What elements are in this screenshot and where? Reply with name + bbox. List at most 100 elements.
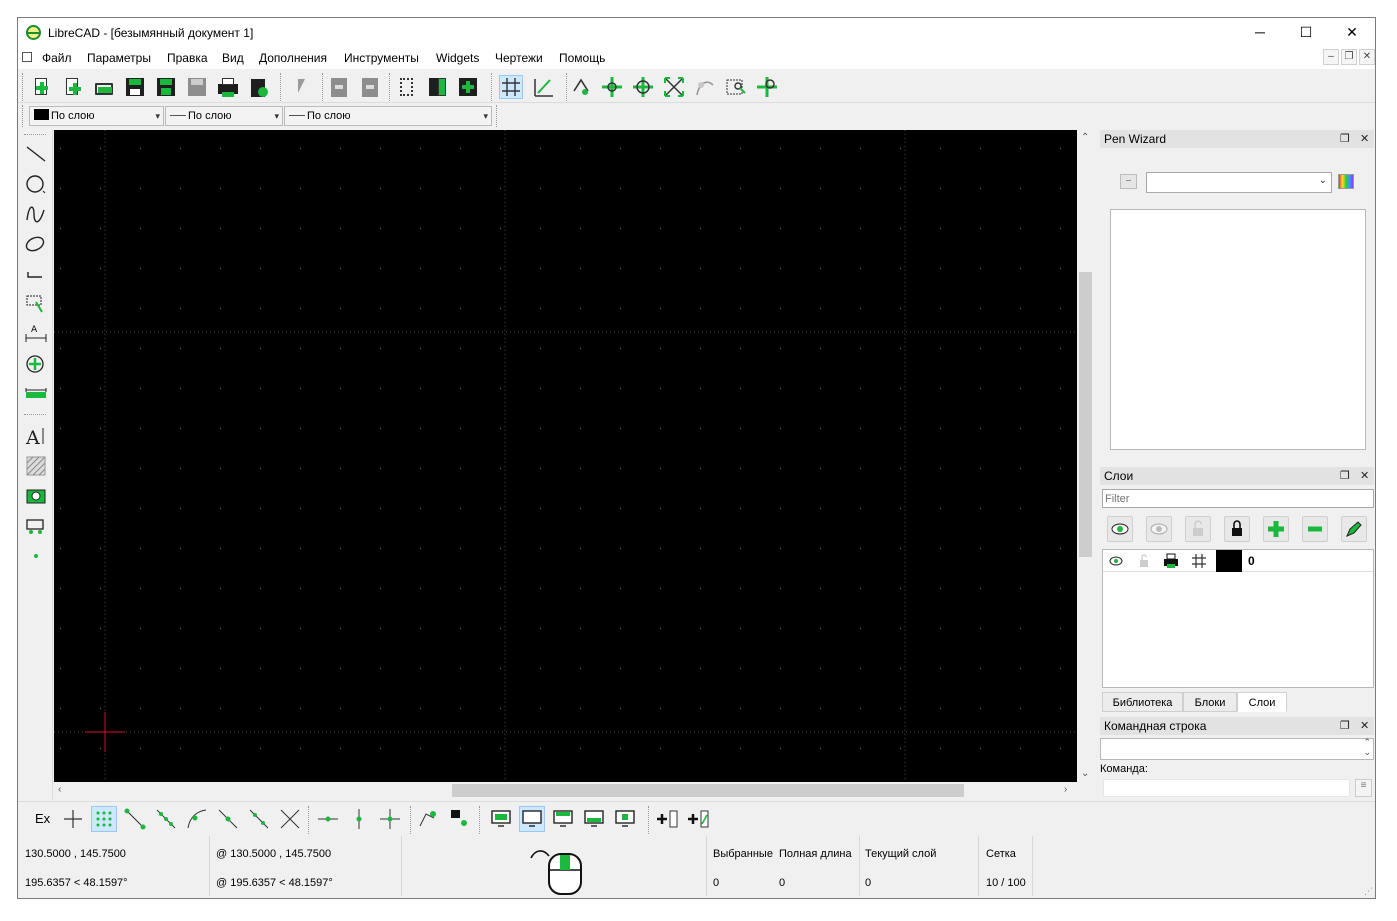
scroll-up-icon[interactable]: ⌃ <box>1081 132 1089 143</box>
view-screen-1-icon[interactable] <box>488 806 514 832</box>
command-input[interactable] <box>1103 779 1350 797</box>
polyline-tool-icon[interactable] <box>24 262 48 286</box>
layer-row[interactable]: 0 <box>1103 550 1373 572</box>
image-tool-icon[interactable] <box>24 484 48 508</box>
zoom-previous-icon[interactable] <box>693 75 717 99</box>
ellipse-tool-icon[interactable] <box>24 232 48 256</box>
pen-wizard-palette[interactable] <box>1110 209 1366 450</box>
menu-widgets[interactable]: Widgets <box>436 51 479 65</box>
zoom-pan-icon[interactable] <box>755 75 779 99</box>
horizontal-scrollbar[interactable]: ‹ › <box>54 782 1077 799</box>
doc-minimize-icon[interactable]: – <box>1323 49 1339 65</box>
tab-library[interactable]: Библиотека <box>1102 692 1183 712</box>
print-icon[interactable] <box>216 75 240 99</box>
command-history[interactable]: ⌃ ⌄ <box>1100 737 1374 760</box>
add-layer-icon[interactable] <box>1263 516 1289 542</box>
view-screen-4-icon[interactable] <box>581 806 607 832</box>
show-all-layers-icon[interactable] <box>1107 516 1133 542</box>
hatch-tool-icon[interactable] <box>24 454 48 478</box>
snap-grid-icon[interactable] <box>91 806 117 832</box>
menu-file[interactable]: Файл <box>42 51 72 65</box>
remove-layer-icon[interactable] <box>1302 516 1328 542</box>
paste-icon[interactable] <box>456 75 480 99</box>
redo-icon[interactable] <box>358 75 382 99</box>
command-options-icon[interactable]: ≡ <box>1355 779 1372 797</box>
cut-select-icon[interactable] <box>394 75 418 99</box>
float-icon[interactable]: ❐ <box>1340 467 1350 485</box>
copy-icon[interactable] <box>425 75 449 99</box>
line-tool-icon[interactable] <box>24 142 48 166</box>
close-dock-icon[interactable]: ✕ <box>1360 130 1369 148</box>
float-icon[interactable]: ❐ <box>1340 717 1350 735</box>
restrict-horizontal-icon[interactable] <box>315 806 341 832</box>
modify-tool-icon[interactable] <box>24 352 48 376</box>
draft-mode-icon[interactable] <box>532 75 556 99</box>
layer-construction-icon[interactable] <box>1190 552 1208 573</box>
color-select[interactable]: По слою ▾ <box>29 106 164 126</box>
block-tool-icon[interactable] <box>24 514 48 538</box>
doc-restore-icon[interactable]: ❐ <box>1341 49 1357 65</box>
zoom-window-icon[interactable] <box>724 75 748 99</box>
add-view-icon[interactable] <box>655 806 681 832</box>
line-type-select[interactable]: По слою ▾ <box>284 106 492 126</box>
line-width-select[interactable]: По слою ▾ <box>165 106 283 126</box>
menu-edit[interactable]: Правка <box>167 51 208 65</box>
drawing-area[interactable] <box>54 130 1077 782</box>
new-file-icon[interactable] <box>30 75 54 99</box>
scroll-down-icon[interactable]: ⌄ <box>1081 768 1089 779</box>
document-icon[interactable] <box>22 52 32 62</box>
point-tool-icon[interactable] <box>24 544 48 568</box>
restrict-orthogonal-icon[interactable] <box>377 806 403 832</box>
view-screen-2-icon[interactable] <box>519 806 545 832</box>
menu-help[interactable]: Помощь <box>559 51 605 65</box>
text-tool-icon[interactable]: A <box>24 424 48 449</box>
layer-lock-icon[interactable] <box>1135 552 1153 573</box>
print-preview-icon[interactable] <box>247 75 271 99</box>
menu-drawings[interactable]: Чертежи <box>495 51 543 65</box>
snap-free-icon[interactable] <box>60 806 86 832</box>
vertical-scrollbar[interactable]: ⌃ ⌄ <box>1077 130 1094 782</box>
redraw-icon[interactable] <box>569 75 593 99</box>
pen-wizard-select[interactable]: ⌄ <box>1146 172 1332 193</box>
maximize-button[interactable]: ☐ <box>1283 18 1329 47</box>
layer-filter-input[interactable] <box>1102 489 1374 508</box>
edit-layer-icon[interactable] <box>1341 516 1367 542</box>
measure-tool-icon[interactable] <box>24 382 48 406</box>
snap-intersection-icon[interactable] <box>277 806 303 832</box>
grid-toggle-icon[interactable] <box>499 75 523 99</box>
save-all-icon[interactable] <box>185 75 209 99</box>
pen-wizard-remove-button[interactable]: − <box>1120 174 1137 189</box>
tab-layers[interactable]: Слои <box>1237 692 1287 712</box>
tab-blocks[interactable]: Блоки <box>1183 692 1237 712</box>
add-named-view-icon[interactable] <box>686 806 712 832</box>
lock-relative-zero-icon[interactable] <box>446 806 472 832</box>
history-down-icon[interactable]: ⌄ <box>1363 747 1371 758</box>
select-tool-icon[interactable] <box>24 292 48 316</box>
undo-icon[interactable] <box>327 75 351 99</box>
zoom-out-icon[interactable] <box>631 75 655 99</box>
menu-settings[interactable]: Параметры <box>87 51 151 65</box>
doc-close-icon[interactable]: ✕ <box>1359 49 1375 65</box>
minimize-button[interactable]: ─ <box>1237 18 1283 47</box>
menu-view[interactable]: Вид <box>222 51 244 65</box>
view-screen-3-icon[interactable] <box>550 806 576 832</box>
lock-all-layers-icon[interactable] <box>1224 516 1250 542</box>
circle-tool-icon[interactable] <box>24 172 48 196</box>
menu-plugins[interactable]: Дополнения <box>259 51 327 65</box>
float-icon[interactable]: ❐ <box>1340 130 1350 148</box>
snap-center-icon[interactable] <box>184 806 210 832</box>
curve-tool-icon[interactable] <box>24 202 48 226</box>
menu-tools[interactable]: Инструменты <box>344 51 419 65</box>
close-dock-icon[interactable]: ✕ <box>1360 467 1369 485</box>
view-screen-5-icon[interactable] <box>612 806 638 832</box>
close-button[interactable]: ✕ <box>1329 18 1375 47</box>
snap-middle-icon[interactable] <box>215 806 241 832</box>
vertical-scroll-thumb[interactable] <box>1079 272 1092 557</box>
resize-grip-icon[interactable]: ⋰ <box>1364 886 1373 897</box>
snap-endpoints-icon[interactable] <box>122 806 148 832</box>
select-pointer-icon[interactable] <box>290 75 314 99</box>
layer-print-icon[interactable] <box>1162 552 1180 573</box>
relative-zero-icon[interactable] <box>415 806 441 832</box>
horizontal-scroll-thumb[interactable] <box>452 784 964 797</box>
color-picker-icon[interactable] <box>1338 174 1354 189</box>
